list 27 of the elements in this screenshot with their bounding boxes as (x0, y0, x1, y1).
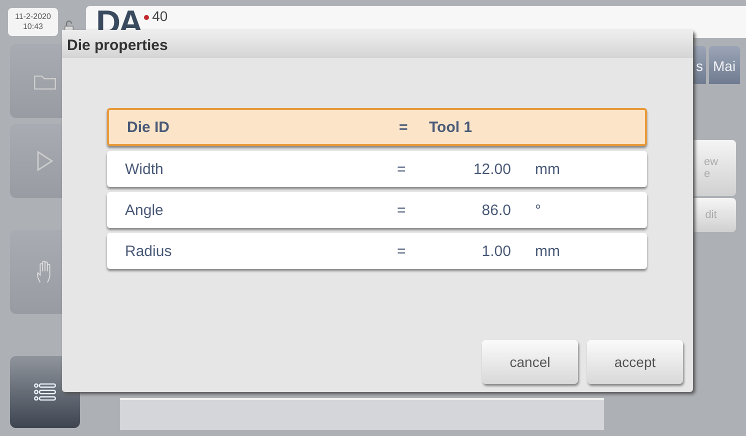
property-value: 1.00 (480, 242, 511, 260)
time: 10:43 (22, 22, 44, 32)
property-row[interactable]: Radius = 1.00 mm (107, 233, 647, 269)
unit-label: mm (535, 160, 560, 178)
equals-sign: = (397, 242, 407, 260)
unit-label: ° (535, 202, 541, 218)
property-row[interactable]: Die ID = Tool 1 (107, 108, 647, 146)
unit-label: mm (535, 242, 560, 260)
date: 11-2-2020 (15, 12, 51, 22)
property-value: 12.00 (472, 160, 511, 178)
cancel-button[interactable]: cancel (482, 340, 578, 384)
dot-icon (144, 15, 150, 20)
property-value: Tool 1 (429, 118, 474, 136)
input-field[interactable] (120, 398, 604, 430)
model-number: 40 (152, 8, 168, 24)
property-row[interactable]: Width = 12.00 mm (107, 151, 647, 187)
property-label: Die ID (126, 118, 171, 136)
dialog-title: Die properties (62, 30, 693, 58)
property-label: Angle (124, 202, 164, 218)
accept-button[interactable]: accept (587, 340, 683, 384)
equals-sign: = (397, 160, 407, 178)
property-label: Width (124, 160, 164, 178)
property-label: Radius (124, 242, 173, 260)
equals-sign: = (397, 202, 407, 218)
property-value: 86.0 (480, 202, 511, 218)
property-row[interactable]: Angle = 86.0 ° (107, 192, 647, 228)
equals-sign: = (399, 118, 409, 136)
